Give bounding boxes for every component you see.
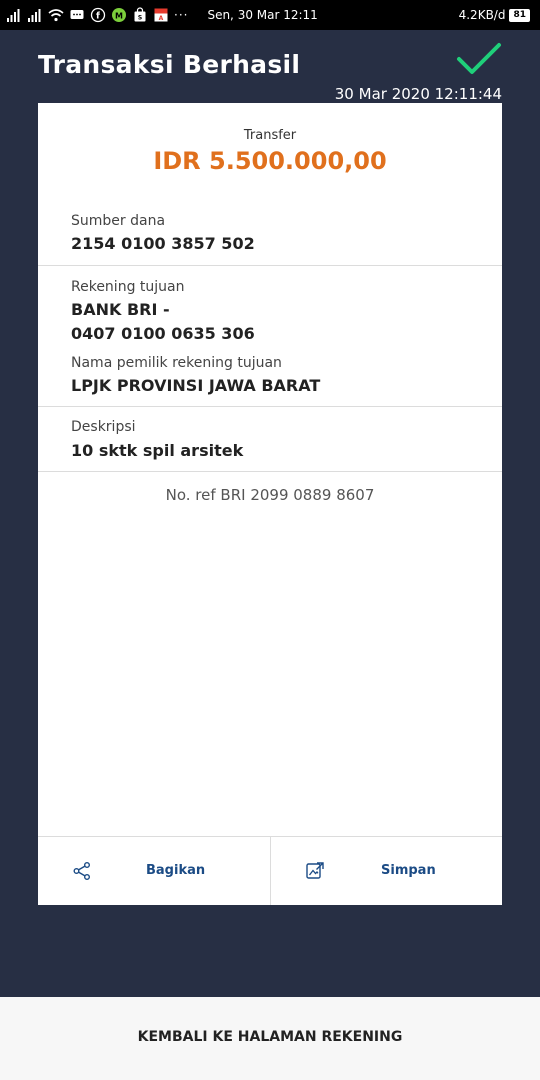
destination-label: Rekening tujuan	[71, 279, 185, 295]
source-account: 2154 0100 3857 502	[71, 234, 255, 253]
transaction-datetime: 30 Mar 2020 12:11:44	[334, 85, 502, 103]
destination-bank: BANK BRI -	[71, 300, 170, 319]
facebook-icon: f	[90, 7, 106, 23]
more-notifications-indicator: ···	[174, 8, 189, 22]
receipt-card: Transfer IDR 5.500.000,00 Sumber dana 21…	[38, 103, 502, 905]
svg-text:f: f	[96, 12, 100, 22]
back-to-account-button[interactable]: KEMBALI KE HALAMAN REKENING	[0, 997, 540, 1080]
network-speed: 4.2KB/d	[458, 8, 506, 22]
wifi-icon	[48, 7, 64, 23]
receipt-actions: Bagikan Simpan	[38, 836, 502, 905]
status-bar: f M S A ··· Sen, 30 Mar 12:11 4.2KB/d 81	[0, 0, 540, 30]
description-value: 10 sktk spil arsitek	[71, 441, 244, 460]
checkmark-icon	[457, 43, 501, 74]
status-icons-right: 4.2KB/d 81	[459, 7, 530, 23]
share-button[interactable]: Bagikan	[38, 837, 270, 905]
signal-icon	[6, 7, 22, 23]
battery-icon: 81	[509, 8, 530, 22]
source-label: Sumber dana	[71, 213, 166, 229]
save-button[interactable]: Simpan	[270, 837, 502, 905]
description-section: Deskripsi 10 sktk spil arsitek	[38, 407, 502, 472]
app-notification-icon: M	[111, 7, 127, 23]
share-icon	[73, 862, 90, 880]
shopping-bag-icon: S	[132, 7, 148, 23]
save-label: Simpan	[381, 863, 436, 878]
description-label: Deskripsi	[71, 419, 136, 435]
share-label: Bagikan	[146, 863, 206, 878]
destination-section: Rekening tujuan BANK BRI - 0407 0100 063…	[38, 266, 502, 407]
status-icons-left: f M S A ··· Sen, 30 Mar 12:11	[6, 7, 318, 23]
save-image-icon	[306, 862, 324, 879]
svg-text:S: S	[138, 15, 142, 22]
message-icon	[69, 7, 85, 23]
svg-text:A: A	[159, 15, 164, 22]
back-to-account-label: KEMBALI KE HALAMAN REKENING	[137, 1029, 403, 1045]
reference-number: No. ref BRI 2099 0889 8607	[165, 486, 375, 504]
pdf-reader-icon: A	[153, 7, 169, 23]
destination-account: 0407 0100 0635 306	[71, 324, 255, 343]
source-section: Sumber dana 2154 0100 3857 502	[38, 103, 502, 266]
status-time: Sen, 30 Mar 12:11	[207, 8, 318, 22]
signal-icon-2	[27, 7, 43, 23]
owner-label: Nama pemilik rekening tujuan	[71, 355, 282, 371]
page-title: Transaksi Berhasil	[38, 50, 301, 79]
svg-text:M: M	[115, 12, 123, 21]
owner-name: LPJK PROVINSI JAWA BARAT	[71, 376, 321, 395]
